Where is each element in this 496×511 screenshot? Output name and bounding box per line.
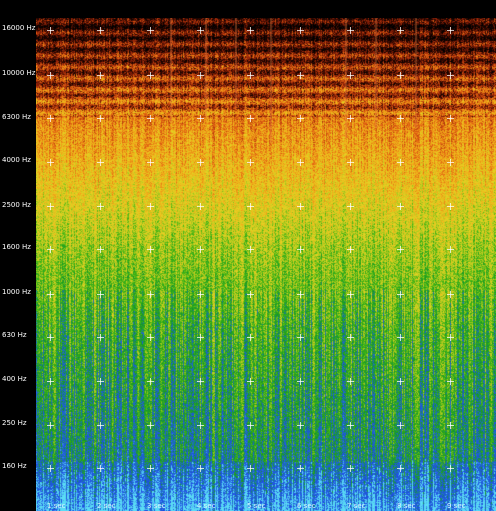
frequency-label: 160 Hz bbox=[2, 462, 27, 470]
frequency-label: 630 Hz bbox=[2, 331, 27, 339]
spectrogram-plot[interactable] bbox=[36, 18, 496, 511]
frequency-label: 400 Hz bbox=[2, 375, 27, 383]
spectrogram-window: 16000 Hz 10000 Hz 6300 Hz 4000 Hz 2500 Hz 160… bbox=[0, 0, 496, 511]
frequency-label: 6300 Hz bbox=[2, 113, 31, 121]
frequency-label: 250 Hz bbox=[2, 419, 27, 427]
frequency-label: 1000 Hz bbox=[2, 288, 31, 296]
frequency-label: 1600 Hz bbox=[2, 243, 31, 251]
frequency-label: 2500 Hz bbox=[2, 201, 31, 209]
frequency-label: 10000 Hz bbox=[2, 69, 36, 77]
frequency-label: 4000 Hz bbox=[2, 156, 31, 164]
frequency-label: 16000 Hz bbox=[2, 24, 36, 32]
